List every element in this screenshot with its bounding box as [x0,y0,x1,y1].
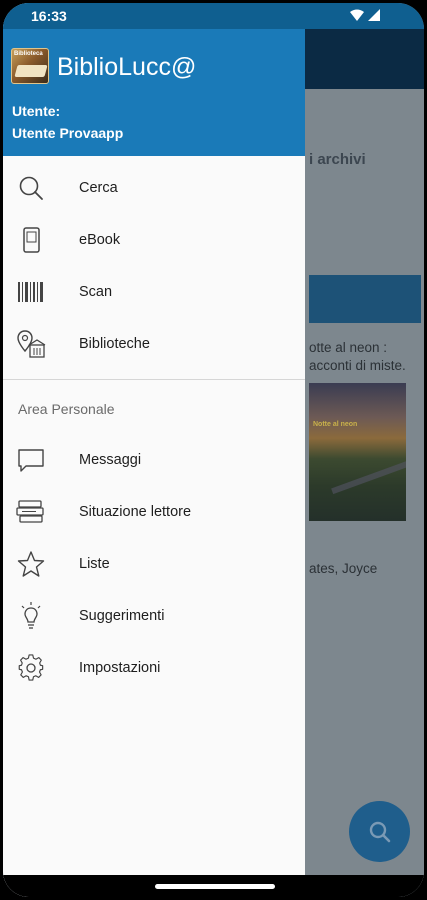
menu-label: Messaggi [79,452,142,468]
background-heading: i archivi [309,151,366,168]
status-bar: 16:33 [3,3,424,29]
app-logo-text: Biblioteca [14,51,43,57]
library-location-icon [16,329,46,359]
barcode-icon [16,277,46,307]
menu-label: Scan [79,284,113,300]
menu-label: Situazione lettore [79,504,192,520]
app-name: BiblioLucc@ [57,53,197,81]
wifi-icon [350,9,364,21]
menu-label: Biblioteche [79,336,150,352]
menu-item-impostazioni[interactable]: Impostazioni [3,642,305,694]
search-icon [16,173,46,203]
menu-label: Liste [79,556,110,572]
status-time: 16:33 [31,8,67,24]
search-icon [369,821,390,842]
background-banner [309,275,421,323]
user-label: Utente: [12,103,61,119]
navigation-drawer: Biblioteca BiblioLucc@ Utente: Utente Pr… [3,3,305,897]
ebook-icon [16,225,46,255]
background-book-title: otte al neon : acconti di miste. [309,339,424,375]
menu-item-suggerimenti[interactable]: Suggerimenti [3,590,305,642]
home-gesture-handle[interactable] [155,884,275,889]
menu-label: Cerca [79,180,118,196]
menu-item-liste[interactable]: Liste [3,538,305,590]
reader-status-icon [16,497,46,527]
book-cover-text: Notte al neon [313,421,358,428]
phone-frame: 16:33 i archivi otte al neon : acconti d… [0,0,427,900]
book-cover: Notte al neon [309,383,406,521]
user-name: Utente Provaapp [12,125,124,141]
background-author: ates, Joyce [309,561,378,576]
menu-item-cerca[interactable]: Cerca [3,162,305,214]
app-logo-book [14,65,48,77]
drawer-divider [3,379,305,380]
book-title-line-2: acconti di miste. [309,358,406,373]
star-icon [16,549,46,579]
message-icon [16,445,46,475]
menu-item-ebook[interactable]: eBook [3,214,305,266]
section-title-area-personale: Area Personale [18,401,115,417]
menu-item-scan[interactable]: Scan [3,266,305,318]
menu-label: Suggerimenti [79,608,165,624]
search-fab-button[interactable] [349,801,410,862]
status-icons [350,9,380,21]
book-cover-road [331,461,406,521]
system-navigation-bar [3,875,424,897]
menu-item-messaggi[interactable]: Messaggi [3,434,305,486]
menu-item-situazione-lettore[interactable]: Situazione lettore [3,486,305,538]
signal-icon [368,9,380,21]
menu-item-biblioteche[interactable]: Biblioteche [3,318,305,370]
screen: 16:33 i archivi otte al neon : acconti d… [3,3,424,897]
menu-label: eBook [79,232,121,248]
menu-label: Impostazioni [79,660,161,676]
gear-icon [16,653,46,683]
book-title-line-1: otte al neon : [309,340,388,355]
lightbulb-icon [16,601,46,631]
app-logo: Biblioteca [11,48,49,84]
